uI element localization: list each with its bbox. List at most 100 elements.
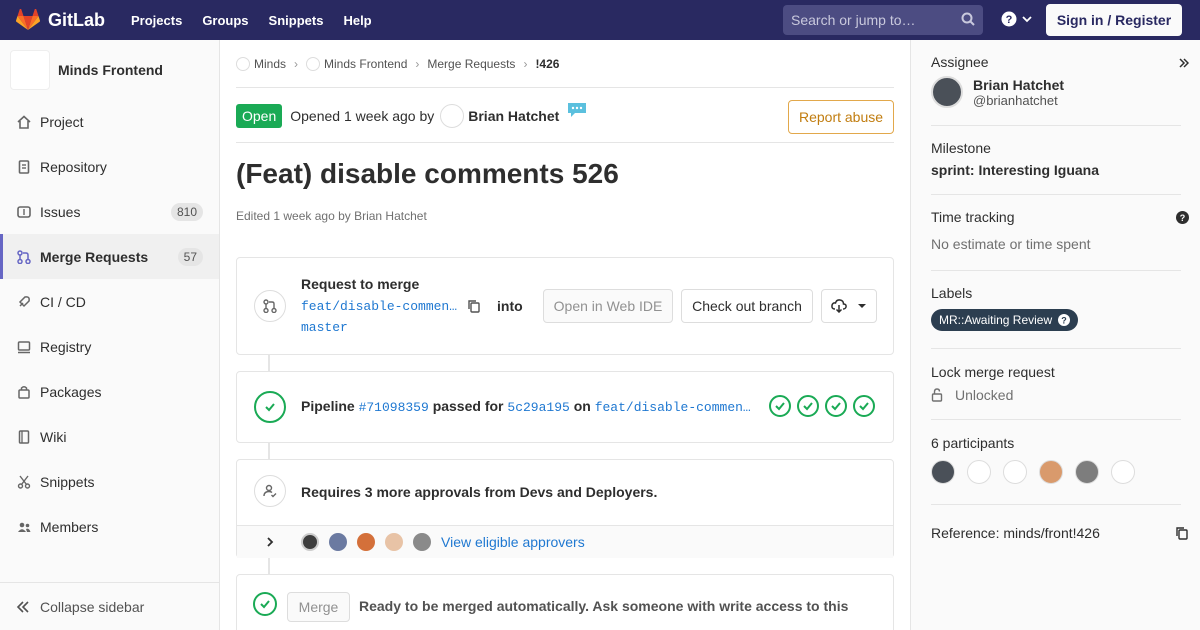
- timeline-connector: [268, 355, 270, 371]
- project-header[interactable]: Minds Frontend: [0, 40, 219, 100]
- rocket-icon: [16, 294, 32, 310]
- sidebar-item-snippets[interactable]: Snippets: [0, 459, 219, 504]
- sidebar-item-merge-requests[interactable]: Merge Requests 57: [0, 234, 219, 279]
- merge-requests-count-badge: 57: [177, 247, 203, 266]
- label-text: MR::Awaiting Review: [939, 313, 1053, 327]
- expand-sidebar-icon[interactable]: [1179, 58, 1189, 68]
- project-avatar: [10, 50, 50, 90]
- sidebar-item-repository[interactable]: Repository: [0, 144, 219, 189]
- nav-projects[interactable]: Projects: [131, 13, 182, 28]
- home-icon: [16, 114, 32, 130]
- approver-avatar[interactable]: [329, 533, 347, 551]
- time-tracking-value: No estimate or time spent: [931, 236, 1091, 252]
- svg-text:?: ?: [1061, 316, 1067, 326]
- container-icon: [16, 339, 32, 355]
- pipeline-branch-link[interactable]: feat/disable-commen…: [595, 400, 751, 415]
- stage-passed-icon[interactable]: [853, 395, 875, 417]
- copy-icon[interactable]: [1175, 526, 1189, 540]
- stage-passed-icon[interactable]: [825, 395, 847, 417]
- breadcrumb: Minds › Minds Frontend › Merge Requests …: [236, 40, 894, 88]
- author-name[interactable]: Brian Hatchet: [468, 108, 559, 124]
- nav-help[interactable]: Help: [343, 13, 371, 28]
- top-navbar: GitLab Projects Groups Snippets Help Sea…: [0, 0, 1200, 40]
- milestone-title: Milestone: [931, 140, 991, 156]
- merge-request-widget: Request to merge feat/disable-commen… in…: [236, 257, 894, 355]
- report-abuse-button[interactable]: Report abuse: [788, 100, 894, 134]
- sidebar-item-project[interactable]: Project: [0, 99, 219, 144]
- stage-passed-icon[interactable]: [769, 395, 791, 417]
- participant-avatar[interactable]: [931, 460, 955, 484]
- svg-text:?: ?: [1006, 14, 1013, 26]
- label-awaiting-review[interactable]: MR::Awaiting Review ?: [931, 309, 1079, 331]
- chat-bubble-icon: [568, 103, 587, 117]
- sidebar-item-packages[interactable]: Packages: [0, 369, 219, 414]
- timeline-connector: [268, 443, 270, 459]
- breadcrumb-merge-requests[interactable]: Merge Requests: [427, 57, 515, 71]
- question-icon[interactable]: ?: [1176, 211, 1189, 224]
- open-web-ide-button[interactable]: Open in Web IDE: [543, 289, 673, 323]
- source-branch-link[interactable]: feat/disable-commen…: [301, 299, 457, 314]
- participant-avatar[interactable]: [1075, 460, 1099, 484]
- assignee-handle: @brianhatchet: [973, 92, 1058, 108]
- sidebar-item-members[interactable]: Members: [0, 504, 219, 549]
- assignee-avatar[interactable]: [931, 76, 963, 108]
- copy-icon[interactable]: [467, 299, 481, 313]
- breadcrumb-separator: ›: [523, 56, 528, 71]
- question-icon: ?: [1001, 11, 1017, 27]
- approvals-widget: Requires 3 more approvals from Devs and …: [236, 459, 894, 558]
- participant-avatar[interactable]: [967, 460, 991, 484]
- participants-title: 6 participants: [931, 435, 1015, 451]
- passed-for-label: passed for: [432, 398, 504, 414]
- help-dropdown[interactable]: ?: [1001, 11, 1033, 27]
- reference-text: Reference: minds/front!426: [931, 525, 1100, 541]
- scissors-icon: [16, 474, 32, 490]
- sign-in-button[interactable]: Sign in / Register: [1046, 4, 1182, 36]
- gitlab-logo[interactable]: GitLab: [16, 9, 105, 31]
- sidebar-item-ci-cd[interactable]: CI / CD: [0, 279, 219, 324]
- approver-avatar[interactable]: [413, 533, 431, 551]
- participant-avatar[interactable]: [1111, 460, 1135, 484]
- chevron-right-icon[interactable]: [265, 537, 275, 547]
- success-check-icon: [254, 391, 286, 423]
- participant-avatar[interactable]: [1039, 460, 1063, 484]
- mr-status-row: Open Opened 1 week ago by Brian Hatchet …: [236, 90, 894, 143]
- breadcrumb-separator: ›: [294, 56, 299, 71]
- nav-snippets[interactable]: Snippets: [269, 13, 324, 28]
- right-sidebar: Assignee Brian Hatchet @brianhatchet Mil…: [910, 40, 1200, 630]
- lock-title: Lock merge request: [931, 364, 1055, 380]
- reference-section: Reference: minds/front!426: [931, 525, 1188, 541]
- author-avatar[interactable]: [440, 104, 465, 128]
- commit-sha-link[interactable]: 5c29a195: [507, 400, 569, 415]
- breadcrumb-minds[interactable]: Minds: [236, 56, 286, 71]
- merge-button[interactable]: Merge: [287, 592, 350, 622]
- breadcrumb-minds-frontend[interactable]: Minds Frontend: [306, 56, 407, 71]
- participant-avatars: [931, 460, 1181, 484]
- check-out-branch-button[interactable]: Check out branch: [681, 289, 813, 323]
- breadcrumb-current[interactable]: !426: [535, 57, 559, 71]
- nav-links: Projects Groups Snippets Help: [131, 13, 392, 28]
- approver-avatar[interactable]: [301, 533, 319, 551]
- collapse-sidebar-button[interactable]: Collapse sidebar: [0, 582, 219, 630]
- sidebar-item-issues[interactable]: Issues 810: [0, 189, 219, 234]
- pipeline-id-link[interactable]: #71098359: [359, 400, 429, 415]
- nav-groups[interactable]: Groups: [202, 13, 248, 28]
- sidebar-item-registry[interactable]: Registry: [0, 324, 219, 369]
- sidebar-item-wiki[interactable]: Wiki: [0, 414, 219, 459]
- search-placeholder: Search or jump to…: [791, 12, 916, 28]
- participant-avatar[interactable]: [1003, 460, 1027, 484]
- project-avatar-small: [306, 56, 321, 71]
- milestone-value[interactable]: sprint: Interesting Iguana: [931, 162, 1181, 178]
- target-branch-link[interactable]: master: [301, 320, 348, 335]
- search-input[interactable]: Search or jump to…: [783, 5, 983, 35]
- milestone-section: Milestone sprint: Interesting Iguana: [931, 140, 1181, 195]
- main-content: Minds › Minds Frontend › Merge Requests …: [236, 40, 894, 630]
- download-dropdown-button[interactable]: [821, 289, 877, 323]
- sidebar-item-label: Packages: [40, 383, 102, 400]
- stage-passed-icon[interactable]: [797, 395, 819, 417]
- assignee-name[interactable]: Brian Hatchet: [973, 77, 1064, 93]
- view-eligible-approvers-link[interactable]: View eligible approvers: [441, 534, 585, 550]
- time-tracking-section: Time tracking ? No estimate or time spen…: [931, 209, 1189, 271]
- approver-avatar[interactable]: [385, 533, 403, 551]
- svg-text:?: ?: [1180, 213, 1186, 223]
- approver-avatar[interactable]: [357, 533, 375, 551]
